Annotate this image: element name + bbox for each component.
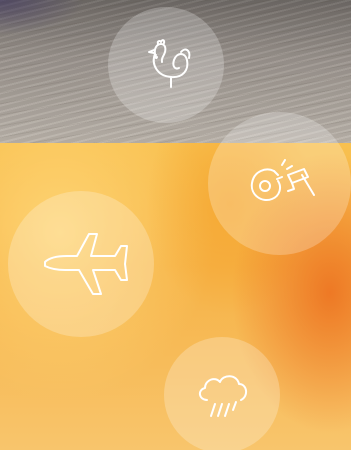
- airplane-icon: [44, 233, 128, 295]
- saw-blade-hammer-icon: [250, 158, 315, 201]
- rain-cloud-icon: [199, 375, 247, 417]
- travel-category-button[interactable]: [8, 191, 154, 337]
- rooster-category-button[interactable]: [108, 7, 224, 123]
- app-background: [0, 0, 351, 450]
- rooster-icon: [148, 39, 191, 88]
- tools-category-button[interactable]: [208, 112, 351, 255]
- weather-category-button[interactable]: [164, 337, 280, 450]
